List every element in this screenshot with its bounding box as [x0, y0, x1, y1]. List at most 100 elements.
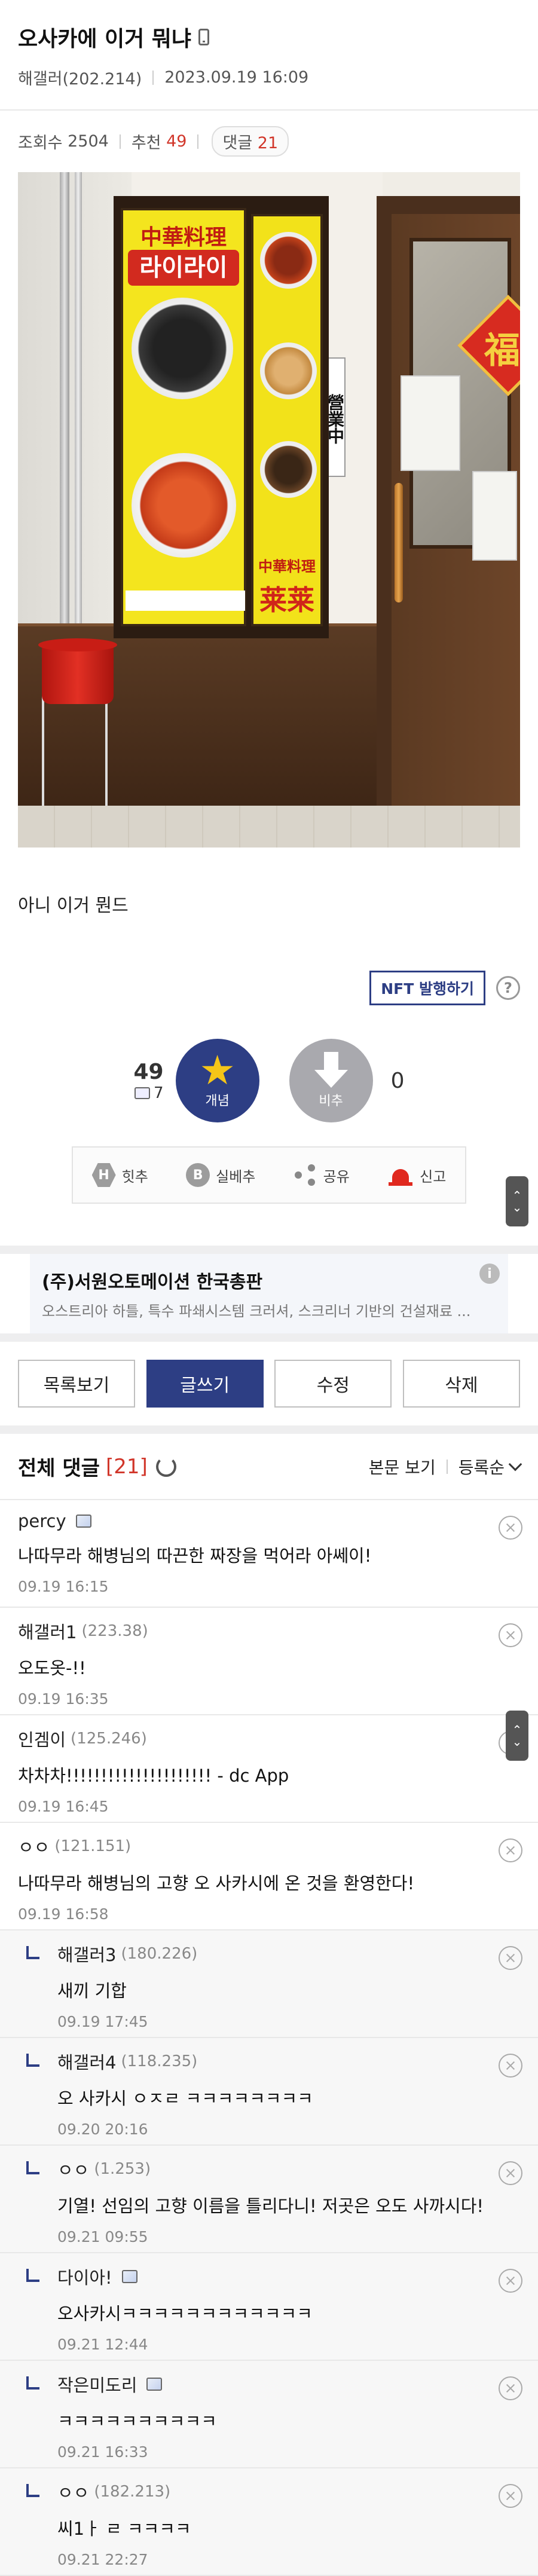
comment-author-row: 다이아!: [57, 2264, 520, 2289]
photo-sign-title: 中華料理: [140, 225, 227, 250]
comment-text: 나따무라 해병님의 고향 오 사카시에 온 것을 환영한다!: [18, 1873, 415, 1893]
comment-nick[interactable]: percy: [18, 1511, 66, 1531]
share-button[interactable]: 공유: [294, 1163, 350, 1187]
photo-door-handle: [395, 483, 403, 602]
list-button[interactable]: 목록보기: [18, 1360, 135, 1408]
delete-comment-icon[interactable]: [499, 2054, 522, 2078]
report-button[interactable]: 신고: [387, 1163, 446, 1187]
delete-comment-icon[interactable]: [499, 2376, 522, 2400]
downvote-label: 비추: [319, 1094, 343, 1109]
comment-nick[interactable]: 작은미도리: [57, 2372, 137, 2397]
comment-item: percy 나따무라 해병님의 따끈한 짜장을 먹어라 아쎄이! 09.19 16:…: [0, 1500, 538, 1608]
views-label: 조회수: [18, 134, 63, 152]
post-header: 오사카에 이거 뭐냐 해갤러(202.214) 2023.09.19 16:09: [0, 0, 538, 89]
comment-ip: (182.213): [94, 2483, 171, 2501]
ad-banner[interactable]: (주)서원오토메이션 한국총판 오스트리아 하틀, 특수 파쇄시스템 크러셔, …: [30, 1254, 508, 1333]
comment-nick[interactable]: ㅇㅇ: [57, 2479, 89, 2504]
comment-list: percy 나따무라 해병님의 따끈한 짜장을 먹어라 아쎄이! 09.19 16:…: [0, 1500, 538, 2576]
hit-icon: H: [91, 1163, 116, 1187]
comments-total-count: [21]: [105, 1454, 148, 1479]
upvote-button[interactable]: ★ 개념: [175, 1039, 259, 1122]
fixed-nick-icon: [121, 2270, 137, 2283]
delete-comment-icon[interactable]: [499, 2161, 522, 2185]
comment-date: 09.21 12:44: [57, 2336, 148, 2353]
comment-nick[interactable]: ㅇㅇ: [57, 2156, 89, 2182]
comment-text: 나따무라 해병님의 따끈한 짜장을 먹어라 아쎄이!: [18, 1546, 372, 1566]
comment-ip: (180.226): [121, 1945, 198, 1963]
sort-dropdown[interactable]: 등록순: [458, 1455, 505, 1479]
view-body-button[interactable]: 본문 보기: [369, 1455, 436, 1479]
comment-date: 09.21 09:55: [57, 2228, 148, 2245]
photo-fuku-text: 福: [484, 330, 520, 372]
fixed-upvote-count-row: 7: [133, 1084, 164, 1102]
scroll-nav-button[interactable]: ⌃ ⌄: [506, 1176, 528, 1226]
photo-notice: [472, 471, 517, 561]
comment-nick[interactable]: 해갤러4: [57, 2049, 117, 2074]
comments-label: 댓글: [222, 134, 253, 152]
comment-text: ㅋㅋㅋㅋㅋㅋㅋㅋㅋㅋ: [57, 2411, 217, 2431]
fixed-nick-icon: [75, 1515, 91, 1528]
hit-recommend-button[interactable]: H 힛추: [91, 1163, 148, 1187]
stats-divider: [119, 134, 121, 149]
comment-date: 09.19 16:15: [18, 1578, 109, 1595]
info-icon[interactable]: i: [479, 1263, 500, 1284]
comment-count-badge[interactable]: 댓글 21: [212, 126, 289, 157]
delete-button[interactable]: 삭제: [402, 1360, 520, 1408]
comment-ip: (223.38): [81, 1622, 148, 1640]
report-label: 신고: [420, 1168, 447, 1185]
reply-arrow-icon: [26, 2376, 39, 2390]
downvote-button[interactable]: 비추: [289, 1039, 373, 1122]
ad-title[interactable]: (주)서원오토메이션 한국총판: [42, 1267, 496, 1293]
delete-comment-icon[interactable]: [499, 2484, 522, 2508]
reply-comment: 작은미도리 ㅋㅋㅋㅋㅋㅋㅋㅋㅋㅋ 09.21 16:33: [0, 2361, 538, 2468]
post-author[interactable]: 해갤러(202.214): [18, 66, 142, 89]
photo-red-bin: [42, 644, 114, 704]
scroll-nav-button[interactable]: ⌃ ⌄: [506, 1711, 528, 1761]
comment-ip: (1.253): [94, 2160, 151, 2178]
comments-title: 전체 댓글: [18, 1457, 100, 1480]
photo-dish: [260, 441, 317, 498]
best-recommend-button[interactable]: B 실베추: [186, 1163, 255, 1187]
post-title-row: 오사카에 이거 뭐냐: [18, 22, 520, 53]
hit-recommend-label: 힛추: [121, 1168, 148, 1185]
comment-author-row: ㅇㅇ (182.213): [57, 2479, 520, 2504]
comment-date: 09.20 20:16: [57, 2121, 148, 2138]
edit-button[interactable]: 수정: [274, 1360, 392, 1408]
delete-comment-icon[interactable]: [499, 1516, 522, 1540]
comment-ip: (121.151): [54, 1837, 132, 1855]
post-date: 2023.09.19 16:09: [164, 68, 309, 87]
fixed-nick-icon: [146, 2378, 163, 2391]
comments-count: 21: [257, 134, 279, 152]
fixed-upvote-count: 7: [154, 1084, 164, 1102]
post-photo[interactable]: 福 營業中 中華料理 라이라이 中華料理 莱莱: [18, 172, 520, 848]
fixed-nick-icon: [134, 1087, 151, 1099]
photo-floor: [18, 806, 520, 848]
comment-nick[interactable]: ㅇㅇ: [18, 1834, 50, 1859]
post-action-bar: H 힛추 B 실베추 공유 신고: [72, 1146, 466, 1204]
delete-comment-icon[interactable]: [499, 2269, 522, 2293]
downvote-count: 0: [390, 1068, 405, 1093]
comment-nick[interactable]: 해갤러3: [57, 1941, 117, 1966]
comment-nick[interactable]: 해갤러1: [18, 1619, 77, 1644]
nft-mint-button[interactable]: NFT 발행하기: [369, 971, 485, 1005]
photo-sign-bottom-big: 莱莱: [259, 584, 314, 616]
comment-nick[interactable]: 인겜이: [18, 1726, 66, 1751]
scroll-up-icon: ⌃: [512, 1723, 522, 1737]
recommend-label: 추천: [131, 134, 161, 152]
delete-comment-icon[interactable]: [499, 1623, 522, 1647]
chevron-down-icon[interactable]: [508, 1457, 522, 1471]
comment-nick[interactable]: 다이아!: [57, 2264, 112, 2289]
reply-arrow-icon: [26, 2484, 39, 2497]
photo-dish-jjajang: [132, 298, 233, 399]
views-count: 2504: [68, 132, 109, 151]
post-button-row: 목록보기 글쓰기 수정 삭제: [0, 1342, 538, 1425]
post-body: 아니 이거 뭔드: [18, 895, 129, 916]
best-recommend-label: 실베추: [216, 1168, 256, 1185]
photo-pipe: [75, 172, 82, 626]
write-button[interactable]: 글쓰기: [146, 1360, 264, 1408]
reply-arrow-icon: [26, 1946, 39, 1959]
delete-comment-icon[interactable]: [499, 1946, 522, 1970]
refresh-icon[interactable]: [155, 1456, 176, 1477]
help-icon[interactable]: ?: [496, 976, 520, 1000]
delete-comment-icon[interactable]: [499, 1838, 522, 1862]
